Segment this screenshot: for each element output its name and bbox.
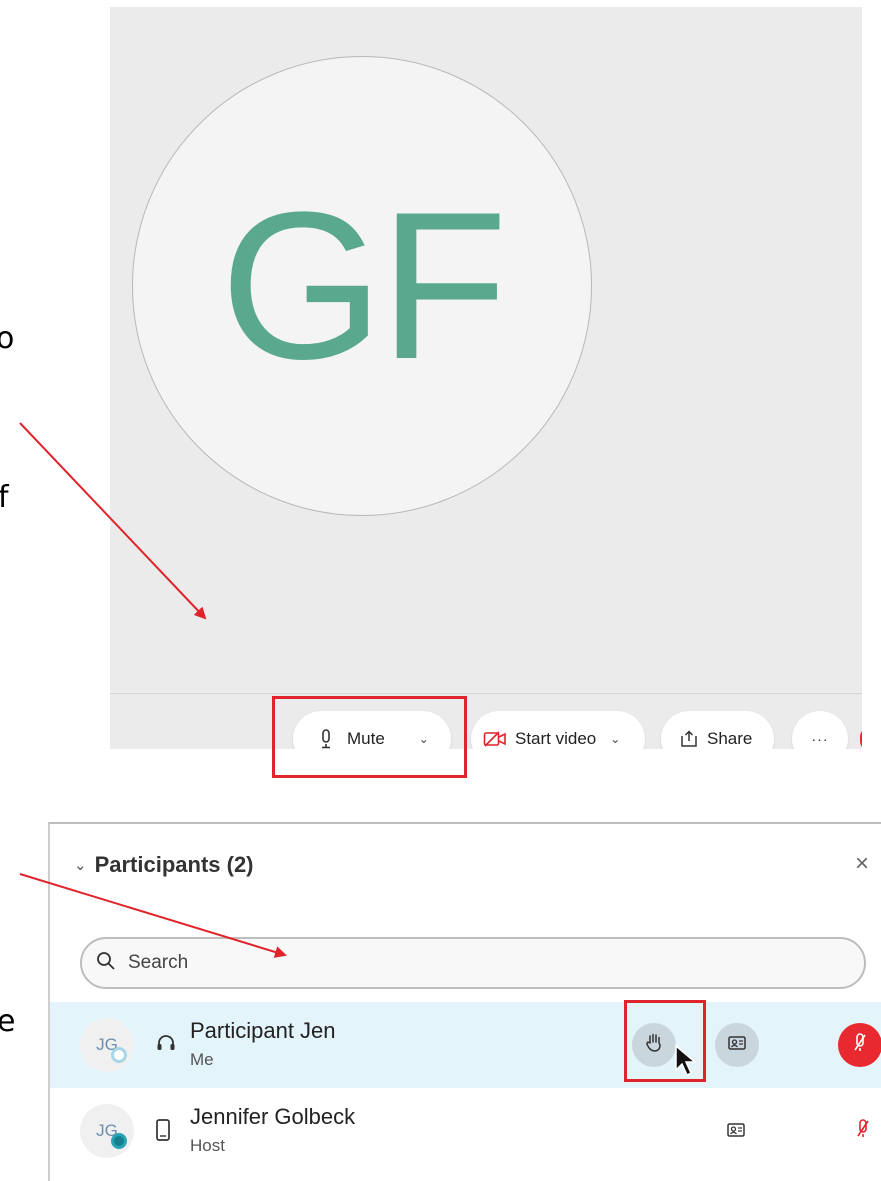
video-stage: GF [110,7,862,693]
participant-row-host[interactable]: JG Jennifer Golbeck Host [50,1088,881,1174]
participants-header[interactable]: ⌄ Participants (2) [74,852,254,878]
tutorial-screenshot: o f e GF Mute ⌄ Start video ⌄ Share ··· … [0,0,881,1181]
participants-title: Participants (2) [94,852,254,877]
phone-icon [155,1118,171,1147]
clipped-text-1: o [0,321,15,356]
participant-name: Jennifer Golbeck [190,1104,356,1129]
participant-subtitle: Me [190,1050,214,1069]
participant-search[interactable] [80,937,866,989]
muted-mic-button[interactable] [838,1023,881,1067]
search-icon [96,951,116,976]
share-label: Share [707,729,753,748]
start-video-button[interactable]: Start video ⌄ [471,711,645,749]
share-icon [679,730,699,748]
clipped-text-2: f [0,480,9,515]
participant-row-me[interactable]: JG Participant Jen Me [50,1002,881,1088]
contact-card-icon[interactable] [726,1121,746,1144]
start-video-label: Start video [515,729,597,748]
contact-card-icon [727,1034,747,1057]
mute-highlight-box [272,696,467,778]
avatar: JG [80,1104,134,1158]
meeting-window: GF Mute ⌄ Start video ⌄ Share ··· [110,7,862,749]
close-icon[interactable]: × [855,850,869,878]
participant-name: Participant Jen [190,1018,336,1043]
participant-subtitle: Host [190,1136,225,1155]
status-dot [111,1047,127,1063]
participant-avatar-large: GF [132,56,592,516]
more-options-button[interactable]: ··· [792,711,848,749]
participants-panel: ⌄ Participants (2) × JG [48,822,881,1181]
meeting-controls-bar: Mute ⌄ Start video ⌄ Share ··· [110,693,862,749]
collapse-chevron-icon[interactable]: ⌄ [74,856,87,874]
share-button[interactable]: Share [661,711,774,749]
mic-muted-icon[interactable] [856,1119,870,1144]
clipped-text-3: e [0,1004,16,1039]
avatar: JG [80,1018,134,1072]
contact-card-button[interactable] [715,1023,759,1067]
status-dot [111,1133,127,1149]
video-options-chevron-icon[interactable]: ⌄ [610,732,620,746]
headset-icon [155,1032,177,1059]
more-dots-icon: ··· [811,731,829,747]
leave-button-edge[interactable] [860,727,862,749]
avatar-initials: GF [220,168,508,403]
video-off-icon [483,730,507,748]
mic-muted-icon [853,1032,867,1058]
search-input[interactable] [126,951,830,975]
raise-hand-highlight-box [624,1000,706,1082]
